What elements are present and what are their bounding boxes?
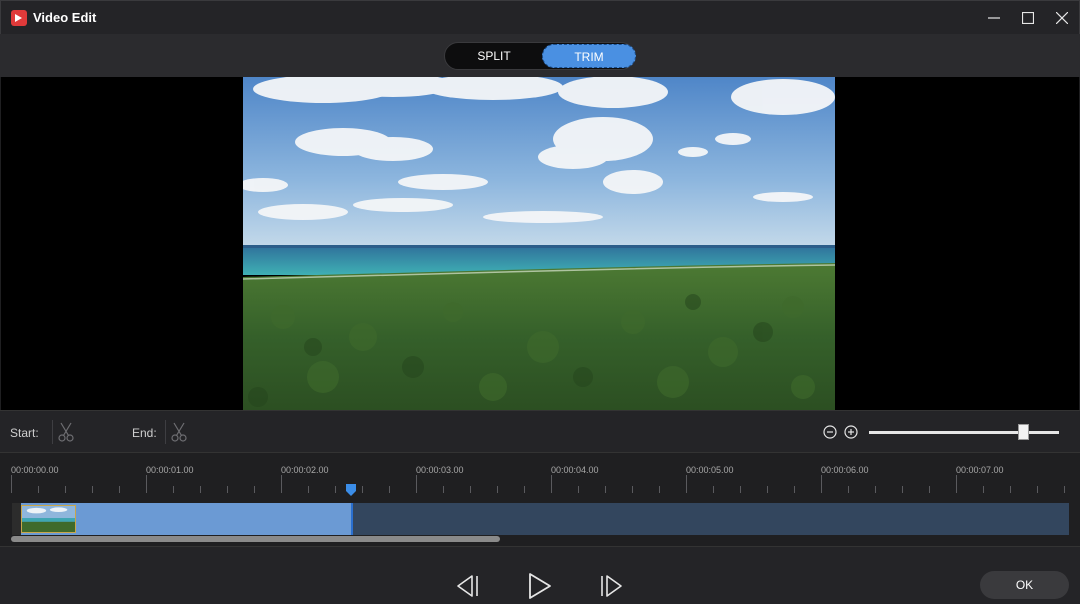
zoom-out-icon[interactable] [823,425,837,439]
video-clip-track[interactable] [12,503,1069,535]
maximize-button[interactable] [1010,1,1046,35]
video-edit-app-icon [11,10,27,26]
playback-controls: OK [0,546,1080,604]
divider [52,420,53,444]
timeline-ruler[interactable] [0,453,1080,497]
window-title: Video Edit [33,10,96,25]
divider [165,420,166,444]
split-tab[interactable]: SPLIT [447,44,541,68]
playhead-marker[interactable] [346,484,356,496]
split-trim-toggle: SPLIT TRIM [444,42,635,70]
start-label: Start: [10,426,39,440]
close-icon [1056,12,1068,24]
end-label: End: [132,426,157,440]
mode-bar: SPLIT TRIM [0,34,1080,77]
timeline-scrollbar[interactable] [11,536,500,542]
next-frame-icon[interactable] [597,571,627,601]
clip-thumbnail [21,505,76,533]
set-end-scissors-icon[interactable] [170,422,188,442]
maximize-icon [1022,12,1034,24]
title-bar: Video Edit [0,0,1080,34]
trim-controls-row: Start: End: [0,410,1080,452]
set-start-scissors-icon[interactable] [57,422,75,442]
minimize-icon [988,12,1000,24]
trim-tab[interactable]: TRIM [542,44,636,68]
trim-start-handle[interactable] [12,503,21,535]
minimize-button[interactable] [976,1,1012,35]
playhead-line [351,503,353,535]
ok-button[interactable]: OK [980,571,1069,599]
zoom-slider-track[interactable] [869,431,1059,434]
timeline: 00:00:00.00 00:00:01.00 00:00:02.00 00:0… [0,452,1080,546]
video-preview-area [1,77,1079,410]
zoom-in-icon[interactable] [844,425,858,439]
zoom-slider-handle[interactable] [1018,424,1029,440]
video-preview-frame [243,77,835,410]
close-button[interactable] [1044,1,1080,35]
previous-frame-icon[interactable] [452,571,482,601]
play-icon[interactable] [524,571,554,601]
